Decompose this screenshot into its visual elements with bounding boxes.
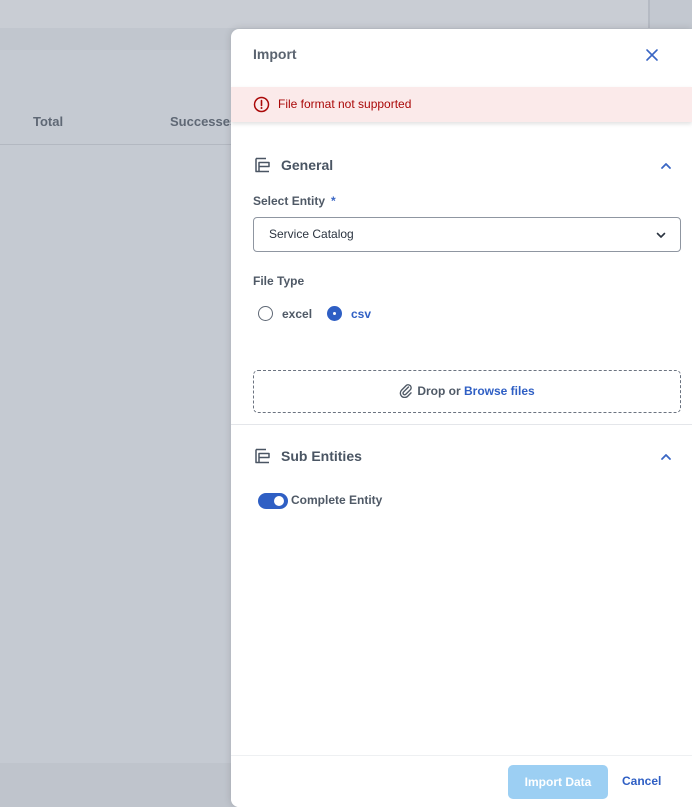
- sub-entities-section-header[interactable]: Sub Entities: [231, 436, 692, 476]
- general-section-title: General: [281, 157, 334, 173]
- browse-files-link[interactable]: Browse files: [464, 384, 535, 398]
- import-dialog: Import File format not supported General…: [231, 29, 692, 807]
- section-divider: [231, 424, 692, 425]
- complete-entity-switch[interactable]: [258, 493, 288, 509]
- select-entity-dropdown[interactable]: Service Catalog: [253, 217, 681, 252]
- cancel-button[interactable]: Cancel: [622, 774, 661, 788]
- form-section-icon: [255, 448, 270, 464]
- chevron-up-icon[interactable]: [659, 159, 673, 173]
- error-message-text: File format not supported: [278, 97, 412, 111]
- radio-label-excel: excel: [282, 307, 313, 321]
- sub-entities-section-title: Sub Entities: [281, 448, 362, 464]
- select-entity-label: Select Entity *: [253, 194, 336, 208]
- radio-button-csv[interactable]: [327, 306, 342, 321]
- drop-text: Drop or: [417, 384, 464, 398]
- dialog-header: Import: [231, 29, 692, 87]
- close-button[interactable]: [641, 44, 663, 66]
- file-type-label: File Type: [253, 274, 305, 288]
- required-marker: *: [331, 194, 336, 208]
- column-header-total: Total: [33, 114, 64, 129]
- form-section-icon: [255, 157, 270, 173]
- dialog-footer: Import Data Cancel: [231, 755, 692, 807]
- file-type-radio-excel[interactable]: excel: [258, 306, 328, 324]
- background-toolbar: [0, 0, 650, 29]
- paperclip-icon: [399, 384, 413, 398]
- file-drop-zone[interactable]: Drop or Browse files: [253, 370, 681, 413]
- general-section-header[interactable]: General: [231, 145, 692, 185]
- complete-entity-label: Complete Entity: [291, 493, 383, 507]
- column-header-successes: Successes: [170, 114, 238, 129]
- error-icon: [253, 96, 270, 113]
- switch-knob: [274, 496, 284, 506]
- chevron-up-icon[interactable]: [659, 450, 673, 464]
- close-icon: [646, 49, 658, 61]
- file-type-radio-csv[interactable]: csv: [327, 306, 387, 324]
- import-data-button[interactable]: Import Data: [508, 765, 608, 799]
- error-message-strip: File format not supported: [231, 87, 692, 122]
- table-header-divider: [0, 144, 240, 145]
- radio-button-excel[interactable]: [258, 306, 273, 321]
- dialog-title: Import: [253, 46, 297, 62]
- background-toolbar-edge: [648, 0, 650, 28]
- radio-label-csv: csv: [351, 307, 372, 321]
- select-entity-value: Service Catalog: [269, 227, 354, 241]
- chevron-down-icon: [656, 232, 666, 238]
- drop-zone-text: Drop or Browse files: [254, 383, 680, 398]
